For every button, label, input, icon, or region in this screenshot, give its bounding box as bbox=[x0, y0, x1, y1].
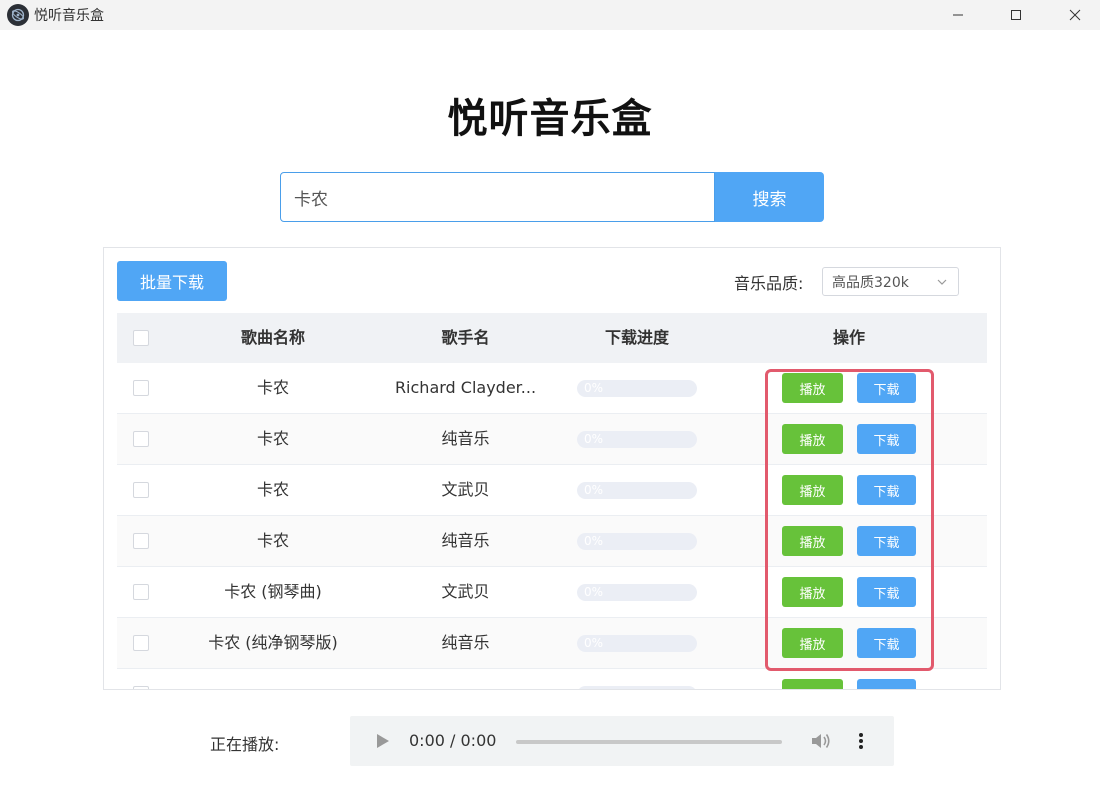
row-checkbox[interactable] bbox=[133, 686, 149, 689]
play-button[interactable]: 播放 bbox=[782, 475, 843, 505]
maximize-button[interactable] bbox=[993, 0, 1039, 30]
play-button[interactable]: 播放 bbox=[782, 373, 843, 403]
header-progress: 下载进度 bbox=[604, 328, 669, 347]
table-row: 卡农 Richard Clayder... 0% 播放 下载 bbox=[117, 363, 987, 414]
header-song-name: 歌曲名称 bbox=[240, 328, 305, 347]
table-row: 卡农 (纯净钢琴版) 纯音乐 0% 播放 下载 bbox=[117, 618, 987, 669]
header-artist: 歌手名 bbox=[441, 328, 490, 347]
song-name: 卡农 bbox=[256, 429, 289, 448]
table-row: 卡农 文武贝 0% 播放 下载 bbox=[117, 465, 987, 516]
song-name: 卡农 (纯净钢琴版) bbox=[208, 633, 338, 652]
table-header: 歌曲名称 歌手名 下载进度 操作 bbox=[117, 313, 987, 363]
title-bar: 悦听音乐盒 bbox=[0, 0, 1100, 30]
artist-name: 纯音乐 bbox=[441, 531, 490, 550]
progress-text: 0% bbox=[584, 585, 604, 599]
progress-text: 0% bbox=[584, 381, 604, 395]
progress-text: 0% bbox=[584, 483, 604, 497]
results-panel: 批量下载 音乐品质: 高品质320k 歌曲名称 歌手名 下载进度 操作 卡农 R… bbox=[103, 247, 1001, 690]
play-button[interactable]: 播放 bbox=[782, 679, 843, 689]
chevron-down-icon bbox=[937, 279, 947, 285]
volume-icon[interactable] bbox=[810, 731, 832, 751]
audio-player[interactable]: 0:00 / 0:00 bbox=[350, 716, 894, 766]
page-title: 悦听音乐盒 bbox=[447, 96, 653, 142]
app-logo-icon bbox=[7, 4, 29, 26]
artist-name bbox=[373, 669, 558, 689]
song-name bbox=[173, 669, 373, 689]
table-row: 卡农 (钢琴曲) 文武贝 0% 播放 下载 bbox=[117, 567, 987, 618]
more-options-icon[interactable] bbox=[855, 731, 867, 751]
download-progress-bar: 0% bbox=[577, 431, 697, 448]
song-list: 卡农 Richard Clayder... 0% 播放 下载 卡农 纯音乐 0%… bbox=[117, 363, 987, 689]
artist-name: 文武贝 bbox=[441, 480, 490, 499]
artist-name: 纯音乐 bbox=[441, 633, 490, 652]
minimize-icon bbox=[953, 14, 963, 16]
quality-value: 高品质320k bbox=[832, 274, 909, 291]
download-progress-bar: 0% bbox=[577, 482, 697, 499]
download-progress-bar: 0% bbox=[577, 635, 697, 652]
play-button[interactable]: 播放 bbox=[782, 628, 843, 658]
song-name: 卡农 bbox=[256, 480, 289, 499]
download-button[interactable]: 下载 bbox=[857, 679, 916, 689]
play-button[interactable]: 播放 bbox=[782, 424, 843, 454]
row-checkbox[interactable] bbox=[133, 380, 149, 396]
play-button[interactable]: 播放 bbox=[782, 526, 843, 556]
close-button[interactable] bbox=[1052, 0, 1098, 30]
progress-text: 0% bbox=[584, 534, 604, 548]
song-name: 卡农 bbox=[256, 531, 289, 550]
progress-text: 0% bbox=[584, 432, 604, 446]
search-button[interactable]: 搜索 bbox=[715, 172, 824, 222]
play-button[interactable]: 播放 bbox=[782, 577, 843, 607]
batch-download-button[interactable]: 批量下载 bbox=[117, 261, 227, 301]
row-checkbox[interactable] bbox=[133, 584, 149, 600]
quality-label: 音乐品质: bbox=[734, 274, 804, 293]
download-progress-bar: 0% bbox=[577, 584, 697, 601]
song-name: 卡农 (钢琴曲) bbox=[224, 582, 322, 601]
artist-name: Richard Clayder... bbox=[394, 378, 537, 397]
play-icon[interactable] bbox=[376, 733, 390, 749]
download-button[interactable]: 下载 bbox=[857, 475, 916, 505]
download-button[interactable]: 下载 bbox=[857, 577, 916, 607]
player-time: 0:00 / 0:00 bbox=[409, 731, 497, 750]
row-checkbox[interactable] bbox=[133, 533, 149, 549]
quality-select[interactable]: 高品质320k bbox=[822, 267, 959, 296]
row-checkbox[interactable] bbox=[133, 635, 149, 651]
artist-name: 文武贝 bbox=[441, 582, 490, 601]
header-actions: 操作 bbox=[832, 328, 865, 347]
select-all-checkbox[interactable] bbox=[133, 330, 149, 346]
download-button[interactable]: 下载 bbox=[857, 373, 916, 403]
progress-text: 0% bbox=[584, 636, 604, 650]
maximize-icon bbox=[1011, 10, 1021, 20]
now-playing-label: 正在播放: bbox=[210, 735, 280, 754]
table-row: 播放 下载 bbox=[117, 669, 987, 689]
download-progress-bar bbox=[577, 686, 697, 689]
download-progress-bar: 0% bbox=[577, 380, 697, 397]
download-button[interactable]: 下载 bbox=[857, 424, 916, 454]
download-button[interactable]: 下载 bbox=[857, 628, 916, 658]
table-row: 卡农 纯音乐 0% 播放 下载 bbox=[117, 414, 987, 465]
download-progress-bar: 0% bbox=[577, 533, 697, 550]
row-checkbox[interactable] bbox=[133, 431, 149, 447]
close-icon bbox=[1069, 9, 1081, 21]
row-checkbox[interactable] bbox=[133, 482, 149, 498]
song-name: 卡农 bbox=[256, 378, 289, 397]
minimize-button[interactable] bbox=[935, 0, 981, 30]
table-row: 卡农 纯音乐 0% 播放 下载 bbox=[117, 516, 987, 567]
window-title: 悦听音乐盒 bbox=[34, 8, 104, 24]
artist-name: 纯音乐 bbox=[441, 429, 490, 448]
download-button[interactable]: 下载 bbox=[857, 526, 916, 556]
seek-bar[interactable] bbox=[516, 740, 782, 744]
search-input[interactable] bbox=[280, 172, 715, 222]
